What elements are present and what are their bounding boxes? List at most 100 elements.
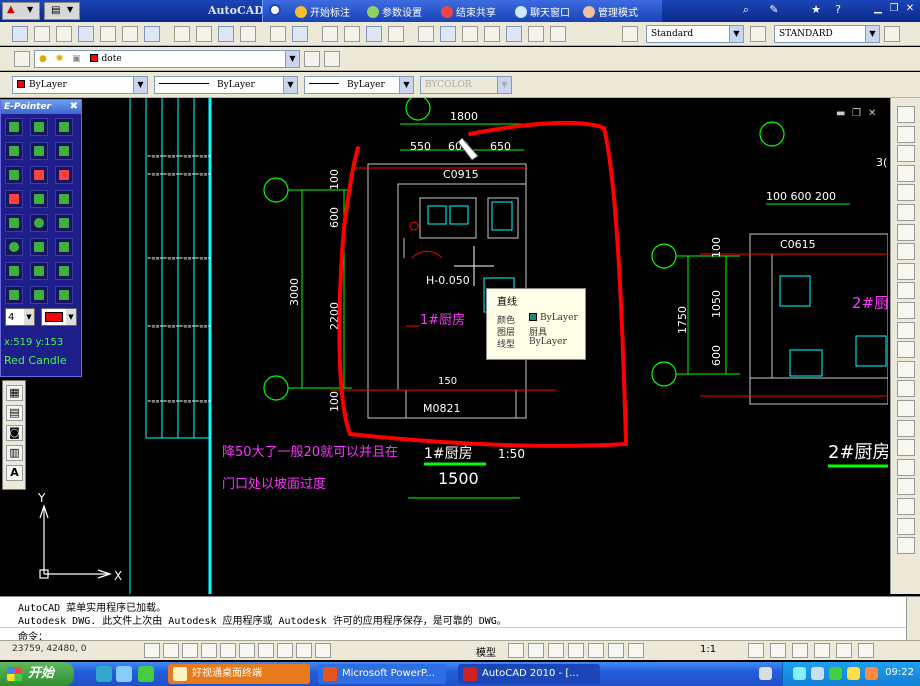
quick-view-button[interactable] [548,643,564,658]
ep-pen-icon[interactable] [55,166,73,184]
keyboard-icon[interactable] [759,667,772,680]
tools-icon[interactable]: ✎ [766,3,782,19]
pan-view-button[interactable] [568,643,584,658]
table-icon[interactable]: ▤ [6,405,23,421]
steering-button[interactable] [608,643,624,658]
ep-frame-icon[interactable] [55,142,73,160]
conf-settings[interactable]: 参数设置 [367,4,422,19]
save-icon[interactable] [56,26,72,42]
quicklaunch-browser-icon[interactable] [96,666,112,682]
copy-object-icon[interactable] [897,125,915,143]
break-at-point-icon[interactable] [897,321,915,339]
pen-width-select[interactable]: 4 ▼ [5,308,35,326]
otrack-toggle[interactable] [239,643,255,658]
markup-icon[interactable] [506,26,522,42]
snap-toggle[interactable] [144,643,160,658]
zoom-previous-icon[interactable] [388,26,404,42]
ep-stamp-icon[interactable] [55,238,73,256]
network-icon[interactable] [793,667,806,680]
stretch-icon[interactable] [897,262,915,280]
ep-ellipse-icon[interactable] [30,214,48,232]
command-scrollbar[interactable] [906,597,920,641]
array-icon[interactable] [897,184,915,202]
isolate-button[interactable] [836,643,852,658]
ep-line-icon[interactable] [30,190,48,208]
close-icon[interactable]: ✖ [70,100,78,114]
layout-1-button[interactable] [508,643,524,658]
shield-icon[interactable] [865,667,878,680]
layer-previous-button[interactable] [324,51,340,67]
qp-toggle[interactable] [315,643,331,658]
table-style-icon[interactable] [884,26,900,42]
ep-pointer-icon[interactable] [5,286,23,304]
annotation-visibility-button[interactable] [748,643,764,658]
conf-end-share[interactable]: 结束共享 [441,4,496,19]
osnap-toggle[interactable] [220,643,236,658]
layer-manager-button[interactable] [14,51,30,67]
ep-copy-icon[interactable] [30,142,48,160]
ep-rectangle-icon[interactable] [5,214,23,232]
sheet-set-icon[interactable] [484,26,500,42]
plot-icon[interactable] [78,26,94,42]
trim-icon[interactable] [897,282,915,300]
task-autocad[interactable]: AutoCAD 2010 - [... [458,664,600,684]
dim-style-icon[interactable] [750,26,766,42]
text-style-icon[interactable] [622,26,638,42]
annotation-scale[interactable]: 1:1 [700,644,716,655]
conf-chat[interactable]: 聊天窗口 [515,4,570,19]
showmotion-button[interactable] [628,643,644,658]
text-style-combo[interactable]: Standard ▼ [646,25,744,43]
explode-2-icon[interactable] [897,439,915,457]
undo-icon[interactable] [270,26,286,42]
ep-grid-icon[interactable] [5,142,23,160]
layer-combo[interactable]: ● ✺ ▣ dote ▼ [34,50,300,68]
preview-icon[interactable] [100,26,116,42]
quicklaunch-app-icon[interactable] [138,666,154,682]
ep-undo-icon[interactable] [5,262,23,280]
lock-button[interactable] [814,643,830,658]
ep-arrow-icon[interactable] [55,190,73,208]
properties-icon[interactable] [418,26,434,42]
zoom-view-button[interactable] [588,643,604,658]
open-icon[interactable] [34,26,50,42]
task-powerpoint[interactable]: Microsoft PowerP... [318,664,446,684]
ep-marker-icon[interactable] [30,166,48,184]
paste-icon[interactable] [218,26,234,42]
fillet-icon[interactable] [897,400,915,417]
restore-button[interactable]: ❐ [886,3,902,18]
join-icon[interactable] [897,360,915,378]
spare-1-icon[interactable] [897,458,915,476]
close-button[interactable]: ✕ [902,3,918,18]
quick-access-button[interactable]: ▤ ▼ [44,2,80,20]
task-hst-terminal[interactable]: 好视通桌面终端 [168,664,310,684]
spare-3-icon[interactable] [897,498,915,515]
text-icon[interactable]: A [6,465,23,481]
ep-highlighter-icon[interactable] [5,190,23,208]
linetype-combo[interactable]: ByLayer ▼ [154,76,298,94]
color-combo[interactable]: ByLayer ▼ [12,76,148,94]
region-icon[interactable]: ▦ [6,385,23,401]
explode-icon[interactable] [897,419,915,437]
break-icon[interactable] [897,341,915,359]
publish-icon[interactable] [122,26,138,42]
conf-start-annotate[interactable]: 开始标注 [295,4,350,19]
ep-eraser-icon[interactable] [5,166,23,184]
command-input[interactable]: 命令： [0,627,906,643]
ep-zoom-icon[interactable] [55,262,73,280]
minimize-button[interactable]: ▁ [870,3,886,18]
grid-toggle[interactable] [163,643,179,658]
ep-filled-ellipse-icon[interactable] [5,238,23,256]
extend-icon[interactable] [897,302,915,319]
auto-scale-button[interactable] [770,643,786,658]
calculator-icon[interactable] [528,26,544,42]
pen-color-select[interactable]: ▼ [41,308,77,326]
viewport-close-icon[interactable]: ✕ [868,108,876,119]
volume-icon[interactable] [811,667,824,680]
ducs-toggle[interactable] [258,643,274,658]
ep-open-icon[interactable] [5,118,23,136]
design-center-icon[interactable] [440,26,456,42]
binoculars-icon[interactable]: ⌕ [738,3,754,19]
ep-cursor-icon[interactable] [30,286,48,304]
dyn-toggle[interactable] [277,643,293,658]
viewport-minimize-icon[interactable]: ▬ [836,108,845,119]
